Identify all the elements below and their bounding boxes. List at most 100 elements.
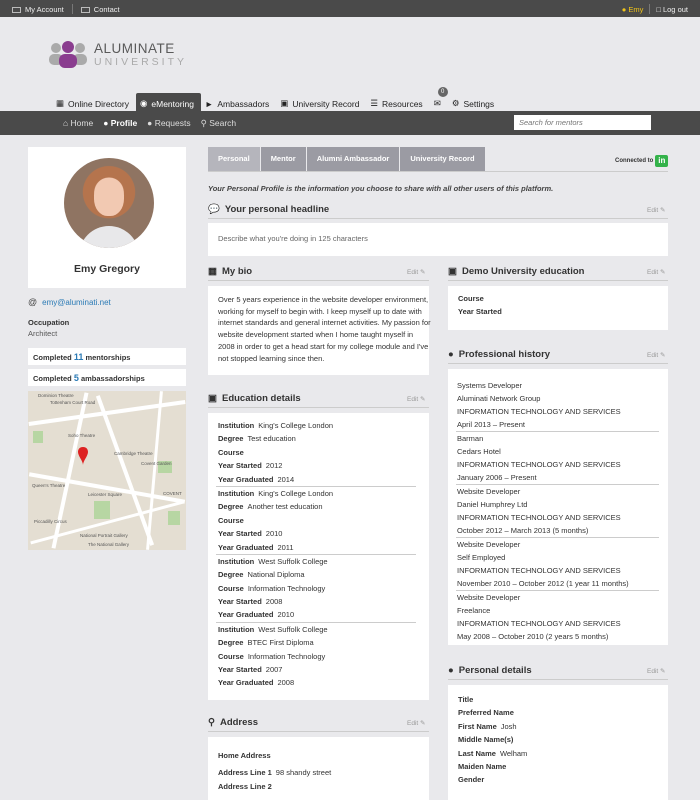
tab-label: Ambassadors: [217, 98, 270, 109]
profile-name: Emy Gregory: [74, 263, 140, 275]
users-icon: ●: [448, 349, 454, 360]
education-degree: Degree National Diploma: [218, 570, 305, 580]
divider: [71, 4, 73, 14]
address-heading: ⚲ Address: [208, 717, 258, 728]
logo-title: ALUMINATE: [94, 40, 175, 56]
personal-row: Last Name Welham: [458, 748, 528, 758]
map-pin-icon: [78, 447, 88, 465]
edit-education-button[interactable]: Edit ✎: [407, 395, 425, 403]
tab-online-directory[interactable]: ▦ Online Directory: [52, 93, 136, 111]
messages-button[interactable]: ✉ 0: [430, 87, 448, 111]
personal-row: Middle Name(s): [458, 735, 514, 745]
subnav-home[interactable]: ⌂ Home: [63, 118, 93, 129]
map-label: Soho Theatre: [68, 433, 96, 438]
divider: [208, 731, 429, 732]
education-start: Year Started 2007: [218, 665, 283, 675]
history-role: Systems Developer: [457, 381, 523, 390]
divider: [208, 171, 668, 172]
contact-link[interactable]: Contact: [80, 5, 120, 14]
history-industry: INFORMATION TECHNOLOGY AND SERVICES: [457, 407, 621, 416]
tab-university-record[interactable]: University Record: [400, 147, 485, 171]
tab-mentor[interactable]: Mentor: [260, 147, 306, 171]
education-end: Year Graduated 2014: [218, 474, 295, 484]
email-link[interactable]: @ emy@aluminati.net: [28, 297, 111, 307]
subnav-requests[interactable]: ● Requests: [147, 118, 190, 129]
history-industry: INFORMATION TECHNOLOGY AND SERVICES: [457, 619, 621, 628]
tab-alumni-ambassador[interactable]: Alumni Ambassador: [306, 147, 400, 171]
profile-card: Emy Gregory: [28, 147, 186, 288]
history-company: Freelance: [457, 606, 491, 615]
comment-icon: 💬: [208, 204, 220, 215]
profile-intro: Your Personal Profile is the information…: [208, 184, 554, 193]
tab-settings[interactable]: ⚙ Settings: [448, 93, 501, 111]
home-address-label: Home Address: [218, 751, 271, 760]
headline-card[interactable]: Describe what you're doing in 125 charac…: [208, 223, 668, 256]
edit-address-button[interactable]: Edit ✎: [407, 719, 425, 727]
education-start: Year Started 2010: [218, 529, 283, 539]
user-link[interactable]: ● Emy: [622, 5, 644, 14]
subnav-profile[interactable]: ● Profile: [103, 118, 137, 129]
home-icon: ⌂: [63, 118, 69, 128]
top-bar: My Account Contact ● Emy □ Log out: [0, 0, 700, 17]
subnav-search[interactable]: ⚲ Search: [201, 118, 237, 129]
address-line-1: Address Line 1 98 shandy street: [218, 768, 332, 778]
tab-personal[interactable]: Personal: [208, 147, 260, 171]
address-card: Home Address Address Line 1 98 shandy str…: [208, 737, 429, 800]
list-icon: ☰: [370, 98, 379, 108]
section-title: Your personal headline: [224, 204, 330, 215]
education-start: Year Started 2012: [218, 461, 283, 471]
user-icon: ●: [103, 118, 109, 128]
stat-text: mentorships: [85, 353, 131, 362]
directory-icon: ▦: [56, 98, 65, 108]
education-start: Year Started 2008: [218, 597, 283, 607]
education-course: Course Information Technology: [218, 651, 326, 661]
divider: [448, 679, 668, 680]
education-institution: Institution King's College London: [218, 421, 334, 430]
logout-link[interactable]: □ Log out: [656, 5, 688, 14]
edit-demo-education-button[interactable]: Edit ✎: [647, 268, 665, 276]
edit-personal-button[interactable]: Edit ✎: [647, 667, 665, 675]
edit-label: Edit: [647, 668, 659, 675]
divider: [448, 363, 668, 364]
pencil-icon: ✎: [660, 207, 666, 214]
history-role: Website Developer: [457, 540, 521, 549]
edit-history-button[interactable]: Edit ✎: [647, 351, 665, 359]
tab-ambassadors[interactable]: ► Ambassadors: [201, 93, 276, 111]
edit-label: Edit: [647, 269, 659, 276]
logo[interactable]: ALUMINATE UNIVERSITY: [48, 40, 187, 68]
tab-resources[interactable]: ☰ Resources: [366, 93, 429, 111]
education-heading: ▣ Education details: [208, 393, 301, 404]
user-name: Emy: [628, 4, 644, 14]
briefcase-icon: ▣: [208, 393, 217, 404]
personal-row: Maiden Name: [458, 761, 507, 771]
edit-headline-button[interactable]: Edit ✎: [647, 206, 665, 214]
logo-subtitle: UNIVERSITY: [94, 55, 188, 68]
edit-bio-button[interactable]: Edit ✎: [407, 268, 425, 276]
search-mentors-input[interactable]: [514, 115, 651, 130]
divider: [649, 4, 651, 14]
my-account-label: My Account: [25, 4, 64, 14]
section-title: Address: [219, 717, 258, 728]
education-course: Course Information Technology: [218, 583, 326, 593]
address-list: Home Address Address Line 1 98 shandy str…: [218, 749, 331, 793]
divider: [208, 218, 668, 219]
tab-ementoring[interactable]: ◉ eMentoring: [135, 93, 201, 111]
mentorships-count: 11: [73, 352, 84, 362]
ambassadorships-stat: Completed 5 ambassadorships: [28, 369, 186, 386]
users-icon: ●: [147, 118, 153, 128]
search-icon: ⚲: [200, 118, 207, 128]
education-end: Year Graduated 2008: [218, 678, 295, 688]
map-label: Covent Garden: [141, 461, 172, 466]
location-map[interactable]: Dominion Theatre Tottenham Court Road So…: [28, 391, 186, 550]
mail-icon: [80, 6, 90, 13]
history-company: Daniel Humphrey Ltd: [457, 500, 528, 509]
divider: [448, 280, 668, 281]
tab-university-record[interactable]: ▣ University Record: [276, 93, 366, 111]
linkedin-connected[interactable]: Connected to in: [615, 155, 669, 167]
lock-icon: □: [656, 4, 661, 14]
subnav-label: Home: [70, 118, 94, 128]
connected-label: Connected to: [615, 158, 654, 164]
personal-row: Title: [458, 695, 474, 704]
map-label: Tottenham Court Road: [50, 400, 96, 405]
my-account-link[interactable]: My Account: [12, 5, 64, 14]
